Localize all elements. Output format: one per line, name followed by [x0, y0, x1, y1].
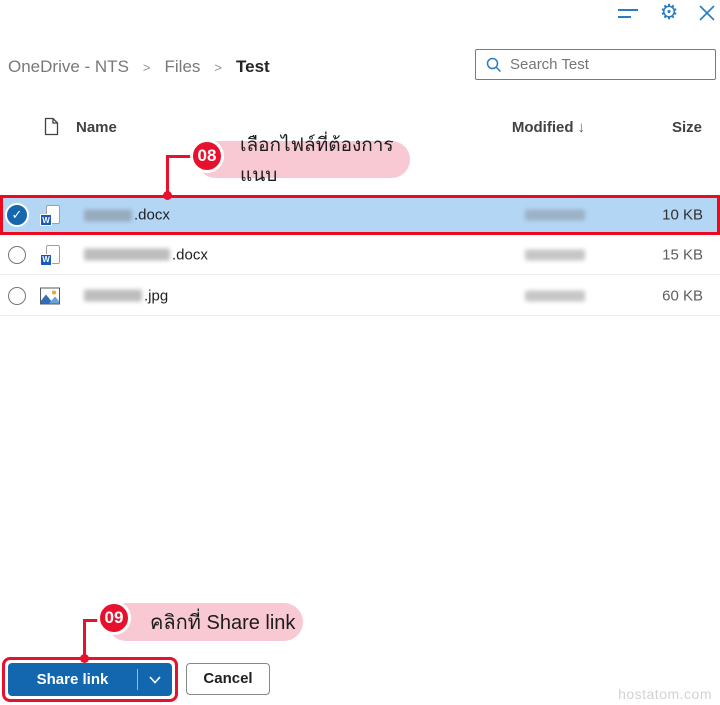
file-extension: .jpg: [144, 287, 169, 304]
settings-gear-icon[interactable]: ⚙: [656, 0, 682, 26]
annotation-09-dot: [80, 654, 89, 663]
redacted-modified-date: [525, 249, 585, 260]
file-type-column-icon: [44, 117, 59, 140]
row-checkbox-checked[interactable]: ✓: [5, 203, 29, 227]
file-size: 15 KB: [662, 246, 703, 263]
close-icon[interactable]: [698, 4, 716, 22]
annotation-08-dot: [163, 191, 172, 200]
annotation-08-connector: [166, 155, 169, 195]
word-file-icon: W: [40, 205, 60, 226]
image-file-icon: [40, 287, 60, 304]
annotation-08-label: เลือกไฟล์ที่ต้องการแนบ: [197, 135, 410, 186]
redacted-modified-date: [525, 290, 585, 301]
annotation-09-text: คลิกที่ Share link: [150, 612, 296, 634]
breadcrumb-separator-icon: >: [214, 60, 223, 75]
table-row-selected-docx[interactable]: ✓ W .docx 10 KB: [0, 195, 720, 235]
chevron-down-icon[interactable]: [138, 675, 172, 684]
annotation-09-number: 09: [97, 601, 131, 635]
breadcrumb: OneDrive - NTS > Files > Test: [8, 57, 270, 77]
file-extension: .docx: [172, 246, 208, 263]
share-link-button[interactable]: Share link: [8, 663, 172, 696]
annotation-09-label: คลิกที่ Share link: [107, 603, 303, 641]
sort-descending-icon: ↓: [577, 119, 586, 136]
search-input[interactable]: [502, 56, 715, 73]
redacted-file-name: [84, 248, 170, 261]
column-header-size[interactable]: Size: [620, 116, 702, 140]
share-link-label: Share link: [36, 671, 109, 688]
search-box: [475, 49, 716, 80]
breadcrumb-item-files[interactable]: Files: [165, 57, 201, 77]
table-row-docx[interactable]: W .docx 15 KB: [0, 235, 720, 275]
modified-label: Modified: [511, 119, 574, 136]
file-size: 10 KB: [662, 206, 703, 224]
file-size: 60 KB: [662, 287, 703, 304]
file-name: .docx: [84, 246, 208, 263]
redacted-file-name: [84, 289, 142, 302]
file-extension: .docx: [134, 206, 170, 224]
search-icon: [486, 57, 502, 73]
file-name: .docx: [84, 207, 170, 224]
column-header-name[interactable]: Name: [76, 116, 117, 140]
cancel-button[interactable]: Cancel: [186, 663, 270, 695]
watermark: hostatom.com: [618, 686, 712, 702]
annotation-08-text: เลือกไฟล์ที่ต้องการแนบ: [240, 134, 394, 186]
column-header-modified[interactable]: Modified ↓: [440, 116, 585, 140]
row-checkbox-unchecked[interactable]: [8, 286, 26, 305]
redacted-file-name: [84, 209, 132, 221]
onedrive-file-picker: ⚙ OneDrive - NTS > Files > Test Search T…: [0, 0, 720, 705]
row-checkbox-unchecked[interactable]: [8, 245, 26, 264]
view-options-icon[interactable]: [618, 7, 640, 21]
word-file-icon: W: [40, 244, 60, 266]
annotation-09-connector: [83, 619, 86, 658]
breadcrumb-item-onedrive[interactable]: OneDrive - NTS: [8, 57, 129, 77]
redacted-modified-date: [525, 209, 585, 221]
breadcrumb-separator-icon: >: [142, 60, 151, 75]
annotation-08-number: 08: [190, 139, 224, 173]
table-row-jpg[interactable]: .jpg 60 KB: [0, 276, 720, 316]
file-name: .jpg: [84, 287, 168, 304]
breadcrumb-item-current: Test: [236, 57, 270, 76]
